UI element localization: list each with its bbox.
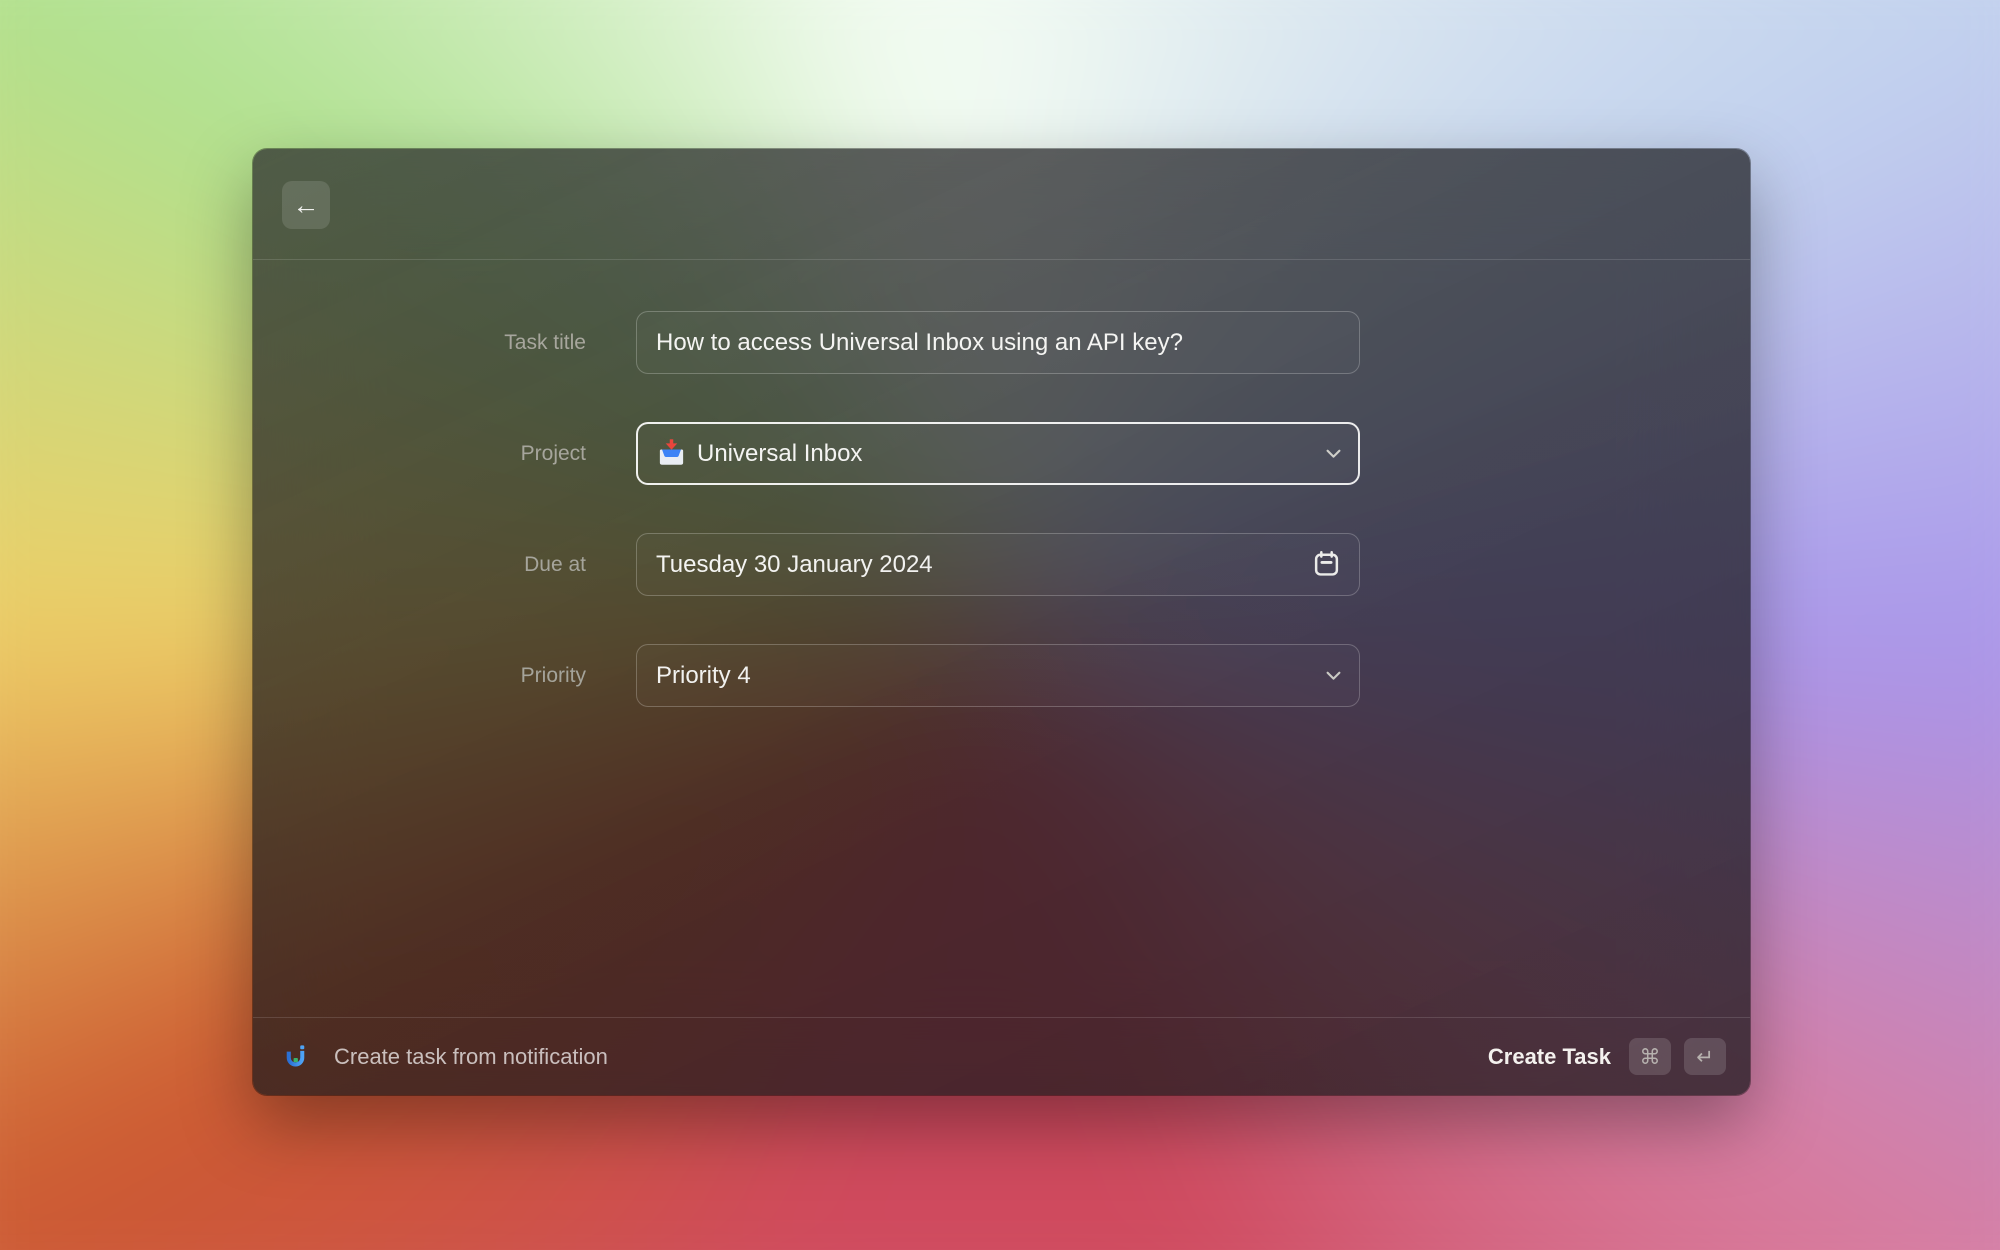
window-footer: Create task from notification Create Tas…	[253, 1017, 1750, 1095]
priority-row: Priority Priority 4	[253, 644, 1750, 707]
calendar-icon[interactable]	[1312, 550, 1341, 579]
due-at-label: Due at	[253, 553, 586, 577]
back-arrow-icon: ←	[293, 192, 320, 219]
chevron-down-icon	[1326, 449, 1341, 459]
project-label: Project	[253, 442, 586, 466]
task-title-label: Task title	[253, 331, 586, 355]
task-title-input[interactable]	[636, 311, 1360, 374]
command-title: Create task from notification	[334, 1044, 608, 1070]
footer-actions: Create Task ⌘ ↵	[1488, 1038, 1726, 1075]
task-title-row: Task title	[253, 311, 1750, 374]
command-key-badge[interactable]: ⌘	[1629, 1038, 1671, 1075]
project-value: Universal Inbox	[697, 440, 862, 468]
due-at-field[interactable]: Tuesday 30 January 2024	[636, 533, 1360, 596]
create-task-button[interactable]: Create Task	[1488, 1044, 1611, 1070]
project-select[interactable]: Universal Inbox	[636, 422, 1360, 485]
due-at-value: Tuesday 30 January 2024	[656, 551, 933, 579]
universal-inbox-logo-icon	[282, 1043, 309, 1070]
due-at-row: Due at Tuesday 30 January 2024	[253, 533, 1750, 596]
priority-select[interactable]: Priority 4	[636, 644, 1360, 707]
priority-value: Priority 4	[656, 662, 751, 690]
window-header: ←	[253, 149, 1750, 260]
create-task-window: ← Task title Project	[253, 149, 1750, 1095]
screen: ← Task title Project	[0, 0, 2000, 1250]
back-button[interactable]: ←	[282, 181, 330, 229]
inbox-tray-icon	[656, 438, 687, 469]
project-row: Project Universal Inbox	[253, 422, 1750, 485]
return-key-badge[interactable]: ↵	[1684, 1038, 1726, 1075]
chevron-down-icon	[1326, 671, 1341, 681]
priority-label: Priority	[253, 664, 586, 688]
task-form: Task title Project Universal Inbox	[253, 260, 1750, 707]
